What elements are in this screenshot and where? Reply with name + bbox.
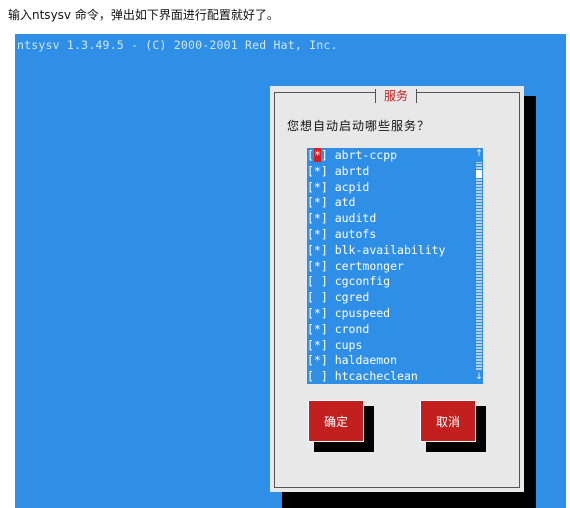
service-checkbox[interactable]: [*] [307, 322, 328, 336]
dialog-prompt: 您想自动启动哪些服务？ [287, 119, 431, 133]
service-name: autofs [327, 227, 377, 241]
service-checkbox[interactable]: [*] [307, 338, 328, 352]
service-checkbox[interactable]: [*] [307, 306, 328, 320]
scroll-up-arrow-icon[interactable]: ↑ [474, 148, 484, 160]
service-name: acpid [327, 179, 370, 194]
dialog-title: 服务 [375, 89, 418, 103]
service-name: cups [327, 337, 363, 352]
service-name: atd [327, 195, 356, 210]
service-item[interactable]: [ ] cgconfig [307, 274, 390, 290]
list-scrollbar[interactable]: ↑ ↓ [474, 148, 484, 384]
service-item[interactable]: [*] crond [307, 322, 369, 338]
service-checkbox[interactable]: [*] [307, 243, 328, 257]
service-item[interactable]: [*] atd [307, 195, 355, 211]
service-name: abrtd [327, 163, 370, 178]
services-list[interactable]: [*] abrt-ccpp [*] abrtd [*] acpid [*] atd [*… [307, 148, 483, 384]
service-name: certmonger [327, 258, 404, 273]
cursor-mark: * [313, 148, 321, 162]
service-item[interactable]: [*] haldaemon [307, 353, 397, 369]
service-checkbox[interactable]: [*] [307, 227, 328, 241]
service-name: auditd [327, 211, 377, 226]
service-checkbox[interactable]: [ ] [307, 369, 328, 383]
service-item[interactable]: [*] auditd [307, 211, 376, 227]
service-name: crond [327, 321, 370, 336]
service-name: cpuspeed [327, 306, 391, 320]
service-name: abrt-ccpp [327, 148, 398, 162]
terminal-header: ntsysv 1.3.49.5 - (C) 2000-2001 Red Hat,… [17, 38, 338, 52]
service-item[interactable]: [ ] cgred [307, 290, 369, 306]
service-checkbox[interactable]: [*] [307, 353, 328, 367]
service-item[interactable]: [*] abrtd [307, 164, 369, 180]
service-item[interactable]: [*] certmonger [307, 259, 404, 275]
ok-button[interactable]: 确定 [308, 400, 364, 442]
service-checkbox[interactable]: [*] [307, 164, 328, 178]
cancel-button[interactable]: 取消 [420, 400, 476, 442]
scroll-down-arrow-icon[interactable]: ↓ [474, 371, 484, 383]
service-item[interactable]: [*] cups [307, 338, 362, 354]
service-name: blk-availability [327, 242, 446, 257]
services-dialog: 服务 您想自动启动哪些服务？ [*] abrt-ccpp [*] abrtd [*]… [270, 86, 524, 492]
service-name: haldaemon [327, 353, 398, 368]
service-name: cgconfig [327, 274, 391, 289]
service-item[interactable]: [*] blk-availability [307, 243, 445, 259]
service-item[interactable]: [*] abrt-ccpp [307, 148, 397, 164]
page-caption: 输入ntsysv 命令，弹出如下界面进行配置就好了。 [8, 8, 279, 22]
service-checkbox[interactable]: [ ] [307, 290, 328, 304]
service-checkbox[interactable]: [*] [307, 148, 328, 162]
service-name: cgred [327, 290, 370, 305]
service-name: htcacheclean [327, 369, 418, 384]
service-checkbox[interactable]: [ ] [307, 274, 328, 288]
service-checkbox[interactable]: [*] [307, 211, 328, 225]
service-checkbox[interactable]: [*] [307, 180, 328, 194]
service-item[interactable]: [*] acpid [307, 180, 369, 196]
service-item[interactable]: [*] cpuspeed [307, 306, 390, 322]
service-item[interactable]: [*] autofs [307, 227, 376, 243]
service-item[interactable]: [ ] htcacheclean [307, 369, 418, 385]
scroll-thumb[interactable] [476, 170, 482, 178]
scroll-track[interactable] [476, 162, 482, 370]
service-checkbox[interactable]: [*] [307, 259, 328, 273]
service-checkbox[interactable]: [*] [307, 195, 328, 209]
